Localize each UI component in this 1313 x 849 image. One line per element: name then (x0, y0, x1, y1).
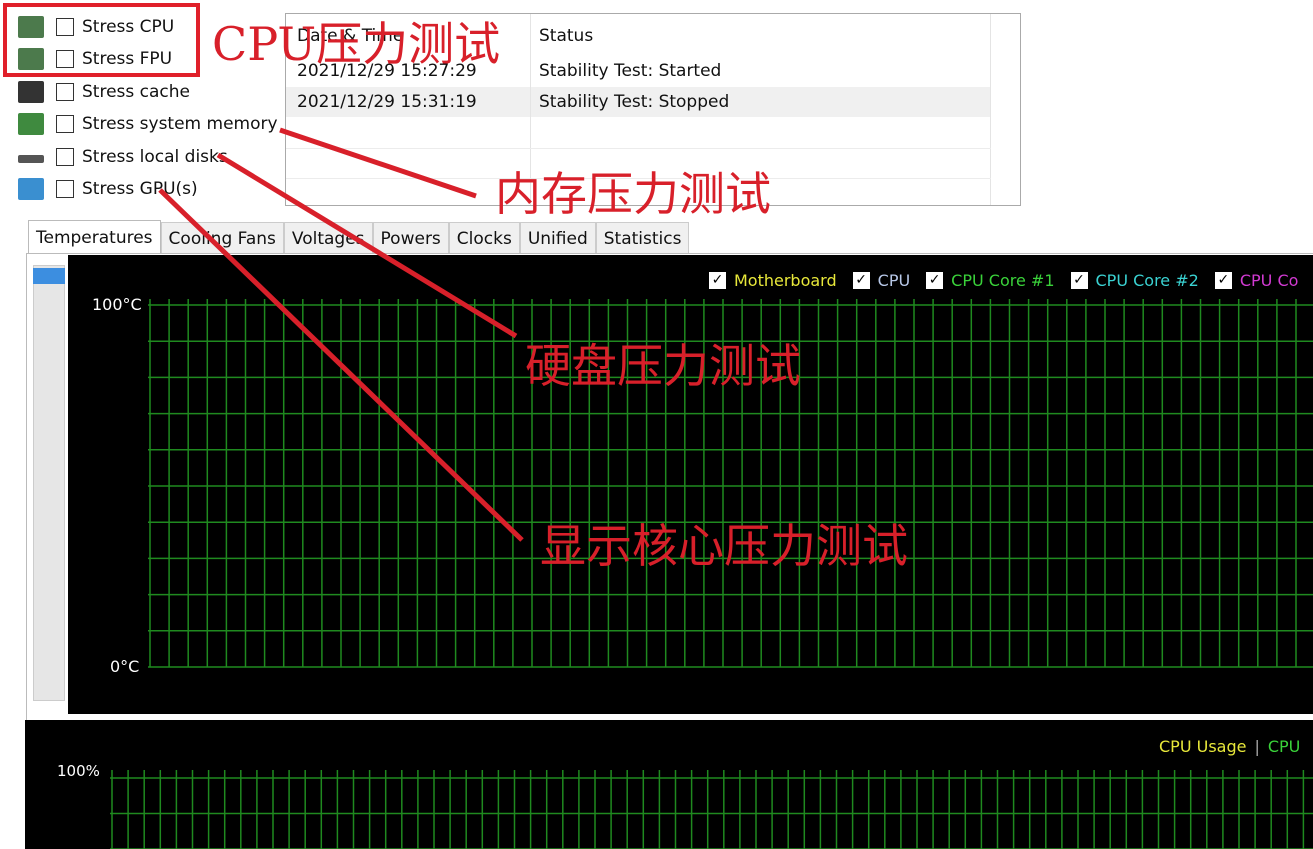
cpu-usage-chart: 100% CPU Usage | CPU (25, 720, 1313, 849)
table-row[interactable]: 2021/12/29 15:31:19 Stability Test: Stop… (286, 87, 991, 117)
option-stress-system-memory[interactable]: Stress system memory (18, 112, 278, 136)
legend-checkbox[interactable]: ✓ (1070, 272, 1088, 289)
usage-legend: CPU Usage | CPU (1159, 737, 1300, 756)
legend-label: Motherboard (734, 271, 837, 290)
option-stress-cache[interactable]: Stress cache (18, 80, 190, 104)
legend-cpu[interactable]: CPU (1268, 737, 1301, 756)
option-label: Stress local disks (82, 146, 228, 167)
legend-label: CPU Co (1239, 271, 1299, 290)
tab-statistics[interactable]: Statistics (595, 222, 690, 254)
legend-item[interactable]: ✓ CPU Core #1 (926, 271, 1055, 290)
legend-checkbox[interactable]: ✓ (709, 272, 726, 289)
option-label: Stress GPU(s) (82, 179, 198, 199)
checkbox[interactable] (56, 82, 74, 101)
cache-chip-icon (18, 80, 44, 103)
annotation-memory: 内存压力测试 (495, 167, 771, 221)
tab-unified[interactable]: Unified (519, 222, 596, 254)
checkbox[interactable] (56, 180, 74, 198)
annotation-cpu: CPU压力测试 (212, 17, 501, 71)
annotation-disk: 硬盘压力测试 (525, 339, 801, 393)
legend-label: CPU Core #2 (1095, 271, 1199, 290)
column-header-status[interactable]: Status (528, 26, 593, 46)
annotation-gpu: 显示核心压力测试 (540, 519, 908, 573)
checkbox[interactable] (56, 115, 74, 134)
cell-status: Stability Test: Started (539, 61, 722, 81)
cell-status: Stability Test: Stopped (539, 92, 730, 112)
disk-drive-icon (18, 154, 44, 163)
tab-temperatures[interactable]: Temperatures (28, 220, 161, 254)
option-label: Stress cache (82, 81, 190, 102)
tab-clocks[interactable]: Clocks (448, 222, 520, 254)
y-axis-max-label: 100°C (92, 295, 142, 314)
legend-label: CPU Core #1 (951, 271, 1055, 290)
legend-checkbox[interactable]: ✓ (852, 272, 870, 289)
legend-separator: | (1254, 737, 1260, 756)
annotation-highlight-box (3, 3, 200, 77)
legend-checkbox[interactable]: ✓ (1214, 272, 1232, 289)
option-label: Stress system memory (82, 114, 278, 135)
tab-powers[interactable]: Powers (372, 222, 449, 254)
checkbox[interactable] (56, 147, 74, 166)
temperature-legend: ✓ Motherboard ✓ CPU ✓ CPU Core #1 ✓ CPU Core #2… (709, 271, 1298, 290)
tab-cooling-fans[interactable]: Cooling Fans (160, 222, 284, 254)
legend-item[interactable]: ✓ CPU (852, 271, 911, 290)
legend-item[interactable]: ✓ CPU Core #2 (1070, 271, 1199, 290)
tab-voltages[interactable]: Voltages (283, 222, 373, 254)
temperature-chart: 100°C 0°C ✓ Motherboard ✓ CPU ✓ CPU Core #1 ✓ C… (68, 255, 1313, 714)
gpu-card-icon (18, 178, 44, 200)
legend-label: CPU (877, 271, 911, 290)
sensor-tabs: Temperatures Cooling Fans Voltages Powers Cl… (28, 220, 690, 254)
chart-scrollbar[interactable] (33, 265, 65, 701)
y-axis-min-label: 0°C (110, 657, 140, 676)
legend-cpu-usage[interactable]: CPU Usage (1159, 737, 1246, 756)
legend-item[interactable]: ✓ CPU Co (1214, 271, 1299, 290)
option-stress-local-disks[interactable]: Stress local disks (18, 145, 228, 169)
legend-checkbox[interactable]: ✓ (926, 272, 944, 289)
cell-date: 2021/12/29 15:31:19 (297, 92, 477, 112)
option-stress-gpu-s[interactable]: Stress GPU(s) (18, 177, 198, 201)
scrollbar-thumb[interactable] (33, 268, 65, 284)
legend-item[interactable]: ✓ Motherboard (709, 271, 837, 290)
memory-module-icon (18, 113, 44, 136)
y-axis-max-label: 100% (57, 762, 100, 780)
